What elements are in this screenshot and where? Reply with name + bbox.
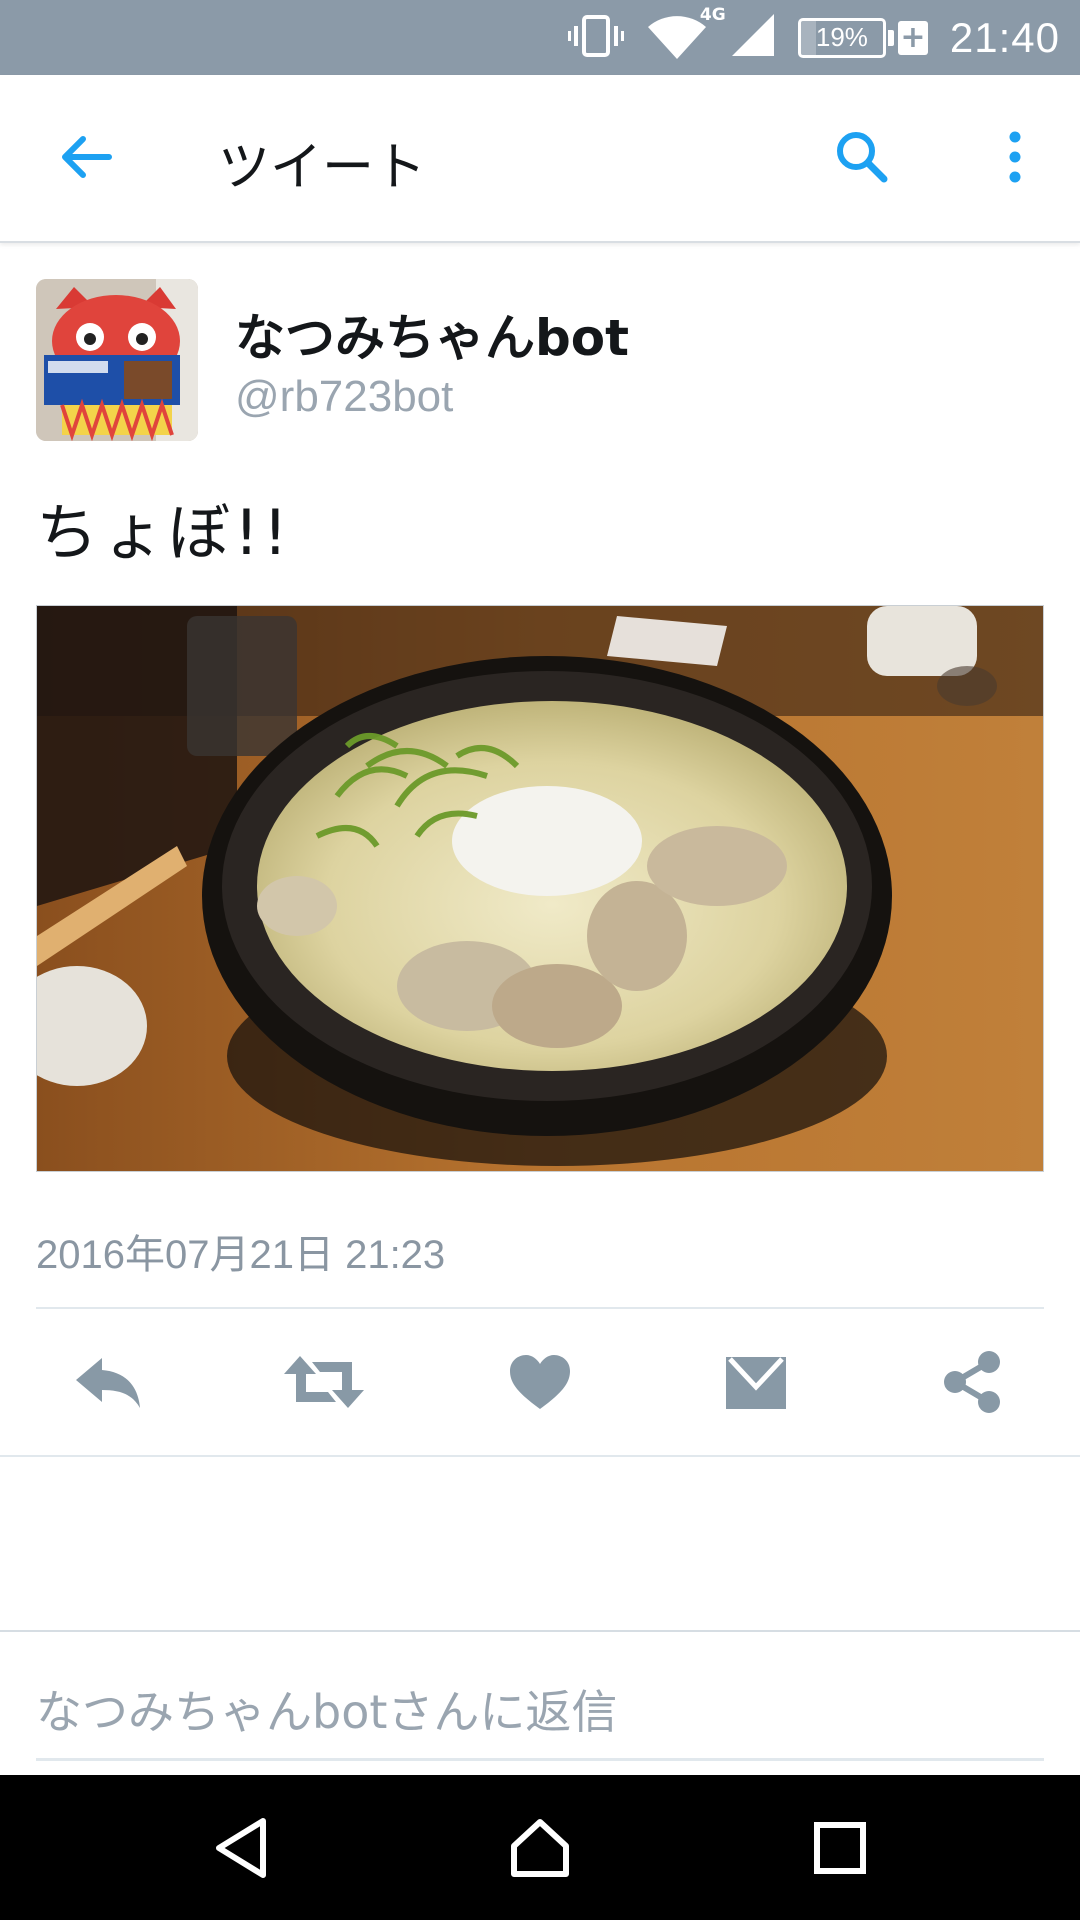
direct-message-button[interactable] <box>706 1334 806 1434</box>
back-button[interactable] <box>45 119 125 199</box>
vibrate-icon <box>567 14 624 62</box>
tweet-text: ちょぼ!! <box>36 496 292 569</box>
search-icon <box>834 129 890 189</box>
like-button[interactable] <box>490 1334 590 1434</box>
status-time: 21:40 <box>949 13 1060 61</box>
reply-icon <box>72 1354 144 1414</box>
app-bar: ツイート <box>0 75 1080 243</box>
back-arrow-icon <box>57 133 113 185</box>
share-icon <box>941 1350 1003 1418</box>
divider <box>36 1307 1044 1309</box>
like-icon <box>508 1353 572 1415</box>
avatar[interactable] <box>36 279 198 441</box>
display-name[interactable]: なつみちゃんbot <box>235 298 629 370</box>
more-options-button[interactable] <box>975 119 1055 199</box>
reply-input[interactable]: なつみちゃんbotさんに返信 <box>36 1676 1044 1760</box>
user-handle[interactable]: @rb723bot <box>235 372 453 422</box>
tweet-timestamp: 2016年07月21日 21:23 <box>36 1233 446 1277</box>
charging-plus-icon: + <box>897 20 928 55</box>
page-title: ツイート <box>218 138 427 198</box>
status-icons: 4G 19% + 21:40 <box>567 0 1060 75</box>
tweet-media-image[interactable] <box>36 605 1044 1172</box>
reply-button[interactable] <box>58 1334 158 1434</box>
nav-home-icon <box>508 1816 572 1884</box>
retweet-icon <box>282 1354 366 1414</box>
wifi-icon: 4G <box>646 5 726 65</box>
reply-input-underline <box>36 1758 1044 1761</box>
divider <box>0 1455 1080 1457</box>
battery-percent: 19% <box>815 22 868 52</box>
search-button[interactable] <box>822 119 902 199</box>
cell-signal-icon <box>730 13 776 62</box>
tweet-actions <box>0 1310 1080 1455</box>
share-button[interactable] <box>922 1334 1022 1434</box>
retweet-button[interactable] <box>274 1334 374 1434</box>
network-type: 4G <box>699 4 726 25</box>
nav-back-icon <box>211 1817 271 1883</box>
nav-back-button[interactable] <box>186 1795 296 1905</box>
status-bar: 4G 19% + 21:40 <box>0 0 1080 75</box>
nav-home-button[interactable] <box>485 1795 595 1905</box>
nav-recents-button[interactable] <box>785 1795 895 1905</box>
battery-icon: 19% + <box>797 17 928 58</box>
divider <box>0 1630 1080 1632</box>
more-vert-icon <box>1005 131 1025 187</box>
navigation-bar <box>0 1775 1080 1920</box>
avatar-image <box>36 279 198 441</box>
ramen-photo <box>37 606 1043 1171</box>
direct-message-icon <box>724 1353 788 1415</box>
nav-recents-icon <box>813 1821 867 1879</box>
